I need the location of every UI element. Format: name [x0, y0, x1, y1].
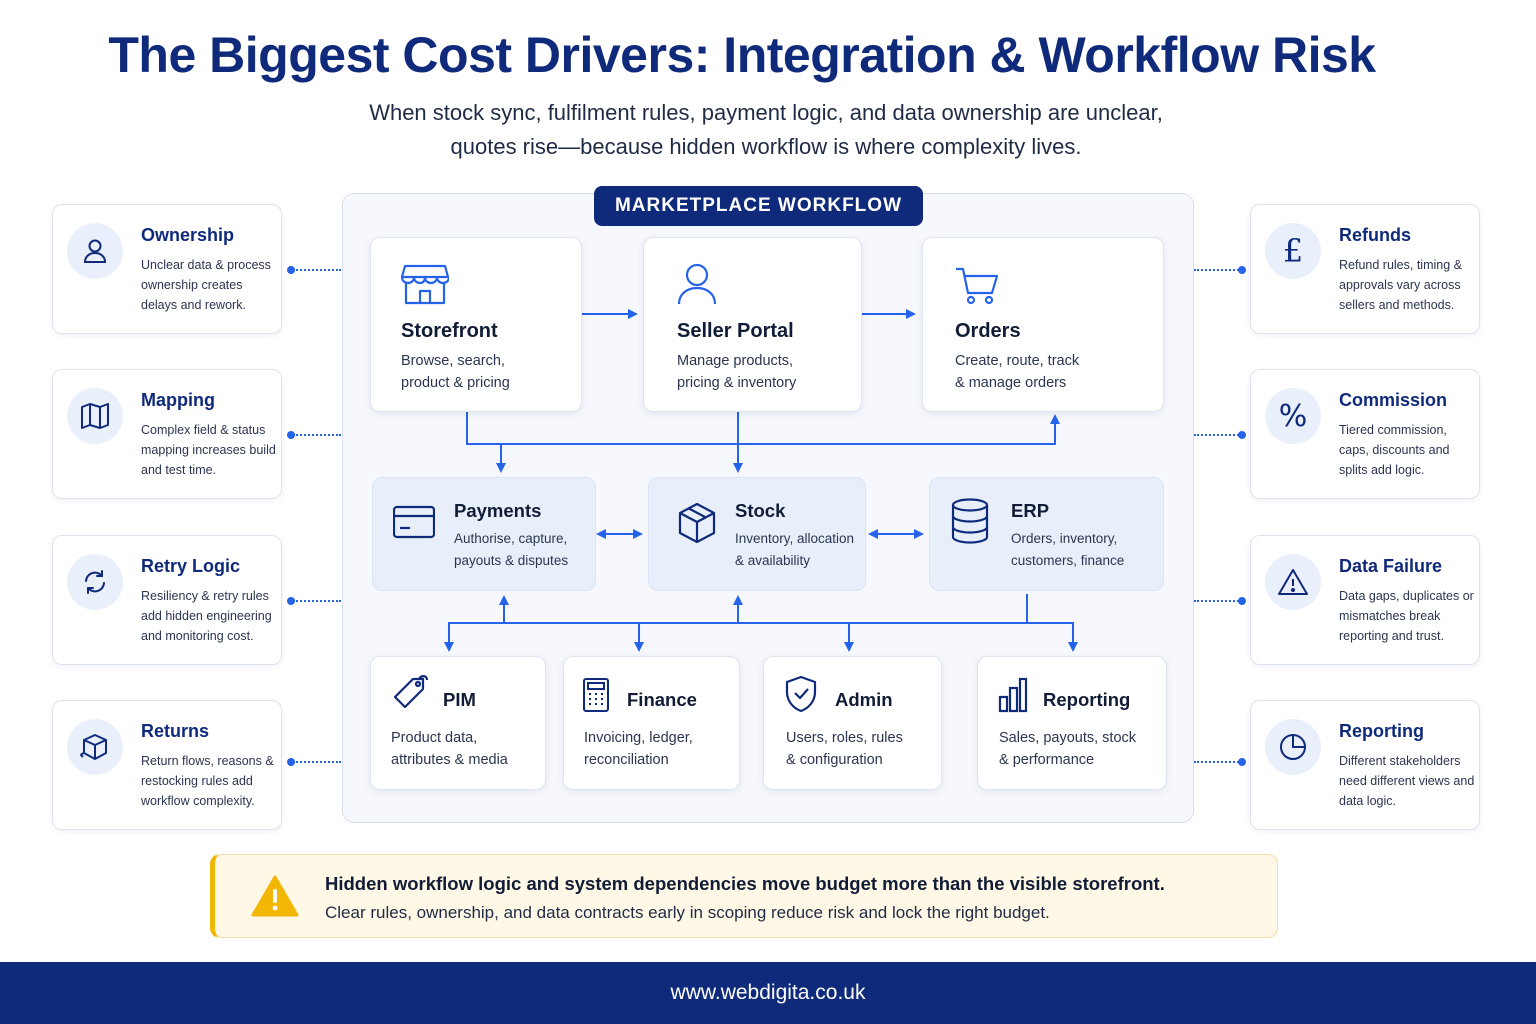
desc-line: Users, roles, rules: [786, 730, 903, 746]
node-title: Seller Portal: [677, 320, 794, 342]
cart-icon: [955, 266, 999, 311]
desc-line: reconciliation: [584, 752, 669, 768]
desc-line: & availability: [735, 553, 811, 568]
footer-url[interactable]: www.webdigita.co.uk: [671, 981, 866, 1005]
node-desc: Manage products, pricing & inventory: [677, 350, 796, 394]
warning-triangle-icon: [251, 875, 299, 922]
node-payments: Payments Authorise, capture, payouts & d…: [372, 477, 596, 591]
footer: www.webdigita.co.uk: [0, 962, 1536, 1024]
desc-line: & configuration: [786, 752, 883, 768]
desc-line: Authorise, capture,: [454, 531, 568, 546]
bottom-bus: [448, 622, 1074, 650]
desc-line: & manage orders: [955, 375, 1067, 391]
callout-banner: Hidden workflow logic and system depende…: [210, 854, 1278, 938]
node-title: Orders: [955, 320, 1021, 342]
desc-line: product & pricing: [401, 375, 510, 391]
node-desc: Users, roles, rules & configuration: [786, 727, 903, 771]
desc-line: Orders, inventory,: [1011, 531, 1118, 546]
node-pim: PIM Product data, attributes & media: [370, 656, 546, 790]
calculator-icon: [582, 677, 610, 718]
desc-line: Inventory, allocation: [735, 531, 855, 546]
node-desc: Authorise, capture, payouts & disputes: [454, 528, 568, 572]
node-title: Payments: [454, 500, 542, 521]
node-title: PIM: [443, 689, 476, 710]
shield-check-icon: [784, 675, 818, 718]
node-erp: ERP Orders, inventory, customers, financ…: [929, 477, 1164, 591]
node-desc: Browse, search, product & pricing: [401, 350, 510, 394]
desc-line: Product data,: [391, 730, 478, 746]
package-icon: [677, 502, 717, 549]
tag-icon: [391, 673, 431, 718]
node-desc: Sales, payouts, stock & performance: [999, 727, 1136, 771]
desc-line: attributes & media: [391, 752, 508, 768]
node-title: Storefront: [401, 320, 498, 342]
node-desc: Product data, attributes & media: [391, 727, 508, 771]
node-desc: Create, route, track & manage orders: [955, 350, 1079, 394]
node-title: Reporting: [1043, 689, 1131, 710]
node-title: Stock: [735, 500, 786, 521]
person-icon: [677, 262, 717, 311]
node-desc: Invoicing, ledger, reconciliation: [584, 727, 693, 771]
arrow-top-bus: [466, 412, 1060, 445]
desc-line: Manage products,: [677, 353, 794, 369]
node-desc: Orders, inventory, customers, finance: [1011, 528, 1124, 572]
desc-line: payouts & disputes: [454, 553, 569, 568]
node-storefront: Storefront Browse, search, product & pri…: [370, 237, 582, 412]
node-stock: Stock Inventory, allocation & availabili…: [648, 477, 866, 591]
node-seller-portal: Seller Portal Manage products, pricing &…: [643, 237, 862, 412]
bar-chart-icon: [998, 677, 1028, 718]
node-orders: Orders Create, route, track & manage ord…: [922, 237, 1164, 412]
desc-line: Browse, search,: [401, 353, 505, 369]
banner-headline: Hidden workflow logic and system depende…: [325, 873, 1165, 894]
desc-line: pricing & inventory: [677, 375, 797, 391]
node-finance: Finance Invoicing, ledger, reconciliatio…: [563, 656, 740, 790]
node-title: Finance: [627, 689, 697, 710]
store-icon: [400, 262, 451, 311]
card-icon: [392, 505, 436, 544]
node-title: Admin: [835, 689, 893, 710]
node-reporting: Reporting Sales, payouts, stock & perfor…: [977, 656, 1167, 790]
database-icon: [950, 498, 990, 549]
node-admin: Admin Users, roles, rules & configuratio…: [763, 656, 942, 790]
desc-line: & performance: [999, 752, 1095, 768]
desc-line: Sales, payouts, stock: [999, 730, 1137, 746]
desc-line: Create, route, track: [955, 353, 1080, 369]
node-desc: Inventory, allocation & availability: [735, 528, 854, 572]
node-title: ERP: [1011, 500, 1050, 521]
banner-body: Clear rules, ownership, and data contrac…: [325, 903, 1050, 922]
workflow-label: MARKETPLACE WORKFLOW: [594, 186, 923, 226]
desc-line: customers, finance: [1011, 553, 1125, 568]
desc-line: Invoicing, ledger,: [584, 730, 693, 746]
